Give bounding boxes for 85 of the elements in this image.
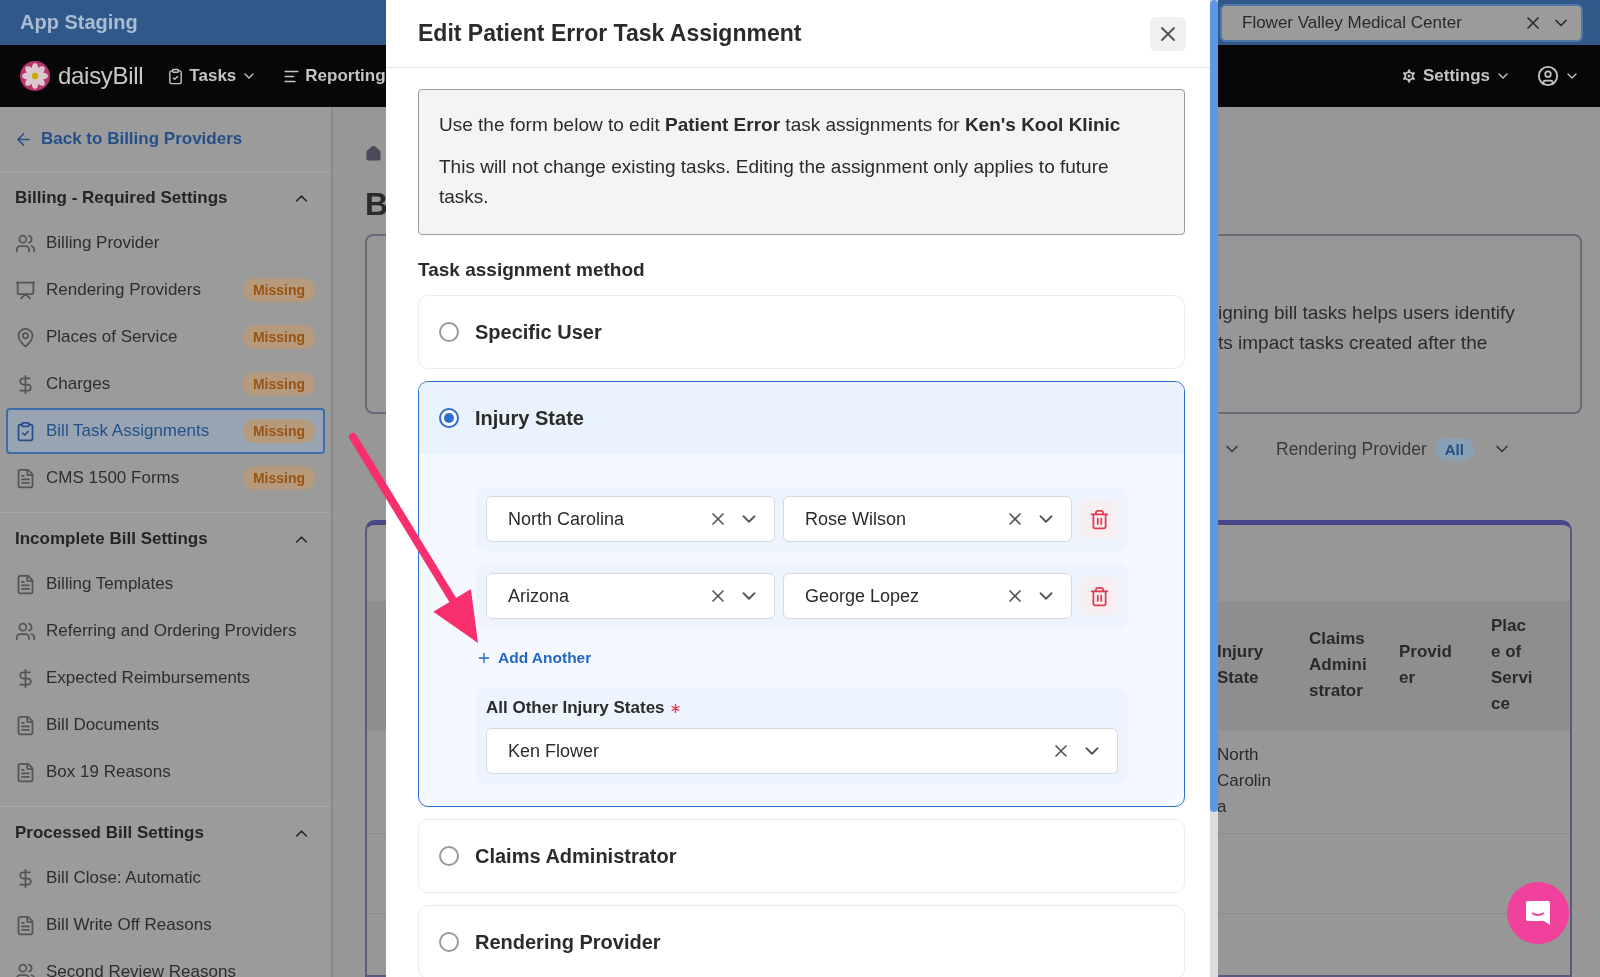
missing-badge: Missing	[242, 278, 315, 302]
option-header[interactable]: Injury State	[419, 382, 1184, 454]
sidebar-item[interactable]: Bill Write Off Reasons	[6, 902, 325, 948]
document-icon	[15, 714, 36, 736]
option-header[interactable]: Rendering Provider	[419, 906, 1184, 977]
plus-icon	[476, 650, 492, 666]
sidebar-item[interactable]: Bill Task Assignments Missing	[6, 408, 325, 454]
section-title: Processed Bill Settings	[15, 823, 204, 843]
delete-button[interactable]	[1080, 577, 1118, 615]
settings-menu[interactable]: Settings	[1399, 66, 1511, 86]
card-text: igning bill tasks helps users identify	[1218, 301, 1516, 325]
sidebar-item[interactable]: Places of Service Missing	[6, 314, 325, 360]
document-icon	[15, 573, 36, 595]
sidebar-item[interactable]: Billing Templates	[6, 561, 325, 607]
sidebar-item[interactable]: Rendering Providers Missing	[6, 267, 325, 313]
radio-button[interactable]	[439, 408, 459, 428]
user-select[interactable]: Ken Flower	[486, 728, 1118, 774]
missing-badge: Missing	[242, 419, 315, 443]
filter-badge: All	[1434, 437, 1474, 461]
option-label: Claims Administrator	[475, 844, 677, 868]
trash-icon	[1088, 508, 1110, 530]
field-label: All Other Injury States	[486, 698, 665, 718]
missing-badge: Missing	[242, 466, 315, 490]
close-button[interactable]	[1150, 16, 1186, 51]
sidebar-item[interactable]: Bill Close: Automatic	[6, 855, 325, 901]
section-title: Billing - Required Settings	[15, 188, 228, 208]
trash-icon	[1088, 585, 1110, 607]
radio-button[interactable]	[439, 322, 459, 342]
modal-title: Edit Patient Error Task Assignment	[418, 20, 802, 47]
nav-menu[interactable]: Tasks	[167, 66, 258, 86]
user-avatar-icon	[1537, 65, 1559, 87]
section-label: Task assignment method	[418, 259, 646, 281]
delete-button[interactable]	[1080, 500, 1118, 538]
facility-select[interactable]: Flower Valley Medical Center	[1220, 3, 1583, 42]
missing-badge: Missing	[242, 325, 315, 349]
option-label: Rendering Provider	[475, 930, 661, 954]
people-icon	[15, 620, 36, 642]
section-title: Incomplete Bill Settings	[15, 529, 208, 549]
document-icon	[15, 914, 36, 936]
state-select[interactable]: Arizona	[486, 573, 775, 619]
page-heading: B	[365, 186, 389, 222]
document-icon	[15, 467, 36, 489]
info-text: This will not change existing tasks. Editing the assignment only applies to future tasks.	[439, 155, 1110, 209]
sidebar-item[interactable]: Second Review Reasons	[6, 949, 325, 977]
filter-label: Rendering Provider	[1276, 438, 1427, 460]
option-header[interactable]: Specific User	[419, 296, 1184, 368]
map-pin-icon	[15, 326, 36, 348]
column-header: Provider	[1399, 641, 1453, 689]
sidebar-item[interactable]: Box 19 Reasons	[6, 749, 325, 795]
scrollbar-thumb[interactable]	[1210, 0, 1218, 812]
brand-name: daisyBill	[58, 62, 144, 90]
table-cell-text: North Carolina	[1217, 744, 1272, 818]
people-icon	[15, 961, 36, 977]
column-header: Injury State	[1217, 641, 1265, 689]
sidebar-item[interactable]: Expected Reimbursements	[6, 655, 325, 701]
column-header: Place of Service	[1491, 615, 1533, 715]
user-select[interactable]: George Lopez	[783, 573, 1072, 619]
presenter-icon	[15, 279, 36, 301]
sidebar-item[interactable]: CMS 1500 Forms Missing	[6, 455, 325, 501]
daisy-logo-icon	[20, 61, 50, 91]
card-text: ts impact tasks created after the	[1218, 331, 1489, 355]
option-label: Specific User	[475, 320, 602, 344]
option-header[interactable]: Claims Administrator	[419, 820, 1184, 892]
info-text: Use the form below to edit Patient Error task assignments for Ken's Kool Klinic	[439, 113, 1122, 137]
home-icon[interactable]	[365, 145, 382, 162]
document-icon	[15, 761, 36, 783]
clipboard-check-icon	[15, 420, 36, 442]
radio-button[interactable]	[439, 932, 459, 952]
nav-menu[interactable]: Reporting	[283, 66, 386, 86]
column-header: Claims Administrator	[1309, 628, 1368, 702]
sidebar-item[interactable]: Charges Missing	[6, 361, 325, 407]
option-label: Injury State	[475, 406, 584, 430]
missing-badge: Missing	[242, 372, 315, 396]
app-title: App Staging	[20, 11, 138, 34]
add-another-link[interactable]: Add Another	[476, 649, 592, 667]
state-select[interactable]: North Carolina	[486, 496, 775, 542]
sidebar-item[interactable]: Referring and Ordering Providers	[6, 608, 325, 654]
user-select[interactable]: Rose Wilson	[783, 496, 1072, 542]
people-icon	[15, 232, 36, 254]
sidebar-item[interactable]: Billing Provider	[6, 220, 325, 266]
sidebar-item[interactable]: Bill Documents	[6, 702, 325, 748]
chat-icon	[1523, 898, 1553, 928]
clipboard-check-icon	[167, 67, 185, 85]
back-link[interactable]: Back to Billing Providers	[14, 129, 243, 149]
radio-button[interactable]	[439, 846, 459, 866]
